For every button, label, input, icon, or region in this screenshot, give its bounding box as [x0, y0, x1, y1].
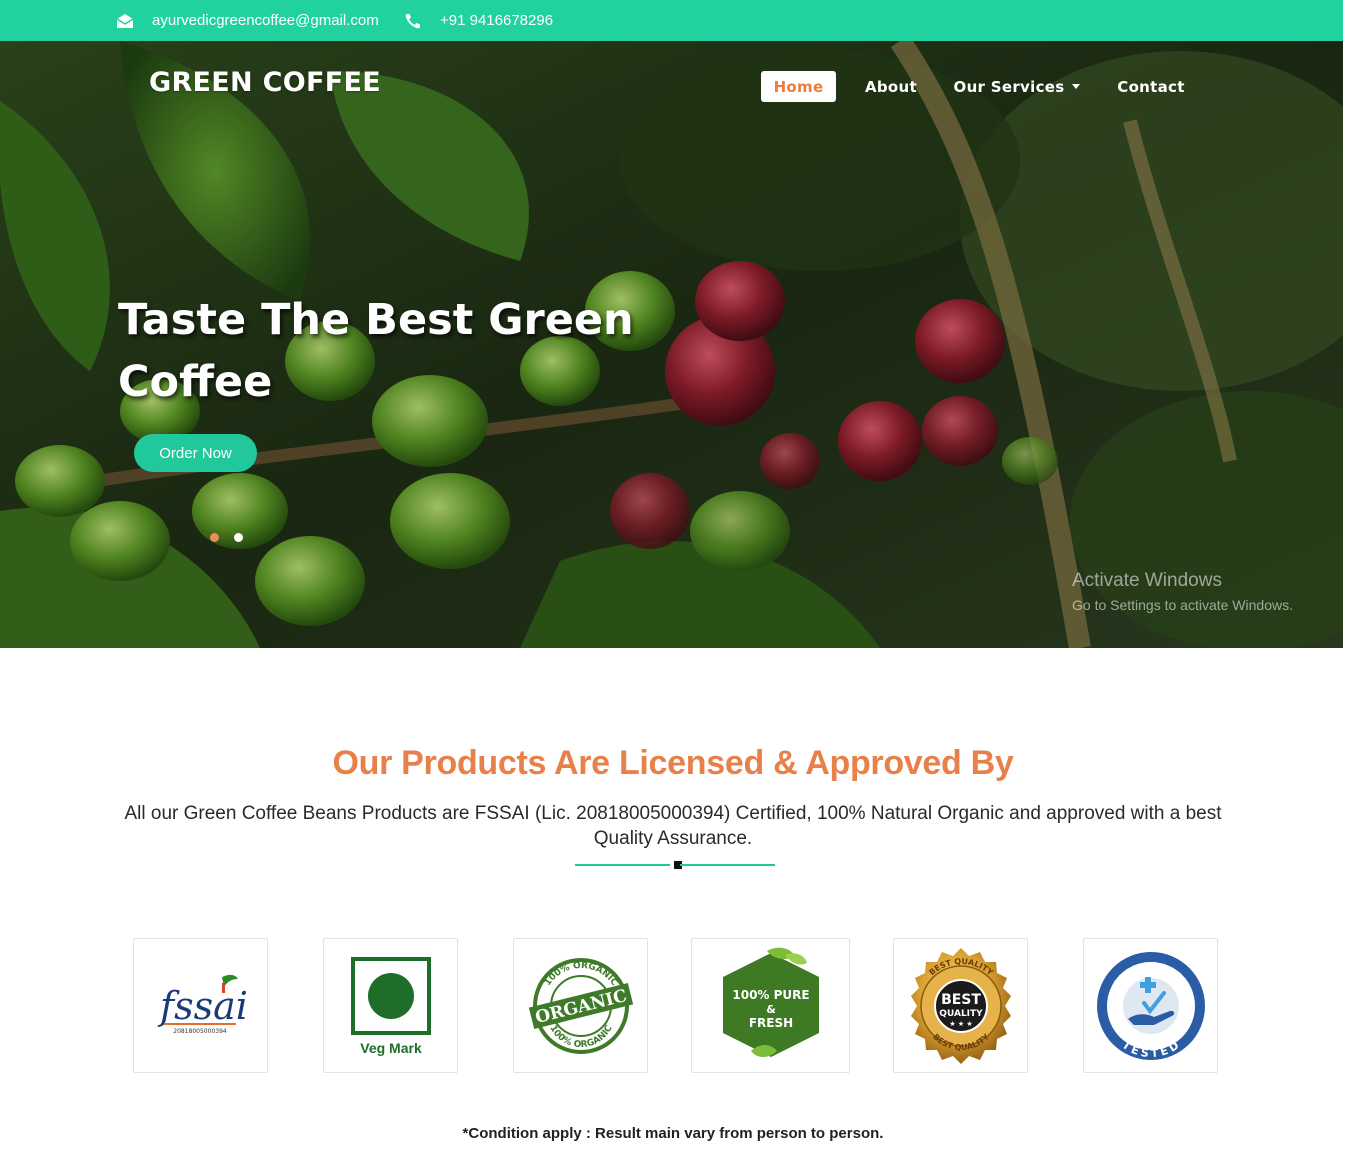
watermark-title: Activate Windows [1072, 570, 1222, 591]
badge-veg-mark: Veg Mark [323, 938, 458, 1073]
activate-windows-watermark: Activate Windows Go to Settings to activ… [1072, 570, 1293, 613]
phone-text[interactable]: +91 9416678296 [440, 12, 553, 29]
condition-note: *Condition apply : Result main vary from… [462, 1125, 884, 1142]
veg-mark-logo: Veg Mark [350, 956, 431, 1056]
svg-text:fssai: fssai [157, 984, 248, 1028]
svg-text:20818005000394: 20818005000394 [173, 1028, 227, 1035]
organic-seal: 100% ORGANIC 100% ORGANIC ORGANIC [528, 957, 633, 1054]
badge-best-quality: BEST QUALITY BEST QUALITY BEST QUALITY ★… [893, 938, 1028, 1073]
svg-text:BEST: BEST [941, 992, 981, 1008]
pure-fresh-seal: 100% PURE & FRESH [722, 947, 819, 1057]
phone-contact[interactable]: +91 9416678296 [404, 0, 553, 41]
order-now-button[interactable]: Order Now [134, 434, 257, 472]
badge-organic: 100% ORGANIC 100% ORGANIC ORGANIC [513, 938, 648, 1073]
clinically-tested-seal: CLINICALLY TESTED [1096, 951, 1205, 1060]
phone-icon [405, 13, 420, 28]
badge-pure-fresh: 100% PURE & FRESH [691, 938, 850, 1073]
svg-text:QUALITY: QUALITY [939, 1009, 983, 1019]
products-section-description: All our Green Coffee Beans Products are … [124, 803, 1222, 849]
svg-text:Veg Mark: Veg Mark [360, 1040, 422, 1056]
badge-clinically-tested: CLINICALLY TESTED [1083, 938, 1218, 1073]
badge-fssai: fssai 20818005000394 [133, 938, 268, 1073]
slider-dot-1[interactable] [210, 533, 219, 542]
best-quality-seal: BEST QUALITY BEST QUALITY BEST QUALITY ★… [910, 947, 1011, 1064]
email-contact[interactable]: ayurvedicgreencoffee@gmail.com [116, 0, 379, 41]
svg-text:100% PURE: 100% PURE [732, 988, 809, 1002]
slider-dots [210, 533, 243, 542]
nav-about[interactable]: About [858, 71, 924, 102]
top-contact-bar: ayurvedicgreencoffee@gmail.com +91 94166… [0, 0, 1343, 41]
email-text[interactable]: ayurvedicgreencoffee@gmail.com [152, 12, 379, 29]
nav-our-services[interactable]: Our Services [953, 71, 1081, 102]
hero-headline: Taste The Best Green Coffee [118, 295, 634, 407]
fssai-logo: fssai 20818005000394 [157, 974, 248, 1035]
svg-text:★ ★ ★: ★ ★ ★ [949, 1020, 972, 1028]
section-divider [575, 860, 775, 870]
svg-text:&: & [766, 1003, 776, 1016]
main-nav: Home About Our Services Contact [0, 71, 1343, 103]
caret-down-icon [1072, 84, 1081, 89]
envelope-open-icon [116, 13, 134, 28]
nav-our-services-label: Our Services [953, 77, 1065, 96]
svg-text:FRESH: FRESH [748, 1016, 792, 1030]
nav-home[interactable]: Home [761, 71, 836, 102]
products-section-title: Our Products Are Licensed & Approved By [332, 744, 1014, 782]
slider-dot-2[interactable] [234, 533, 243, 542]
nav-contact[interactable]: Contact [1113, 71, 1189, 102]
watermark-subtitle: Go to Settings to activate Windows. [1072, 597, 1293, 613]
hero-slider: GREEN COFFEE Home About Our Services Con… [0, 41, 1343, 648]
